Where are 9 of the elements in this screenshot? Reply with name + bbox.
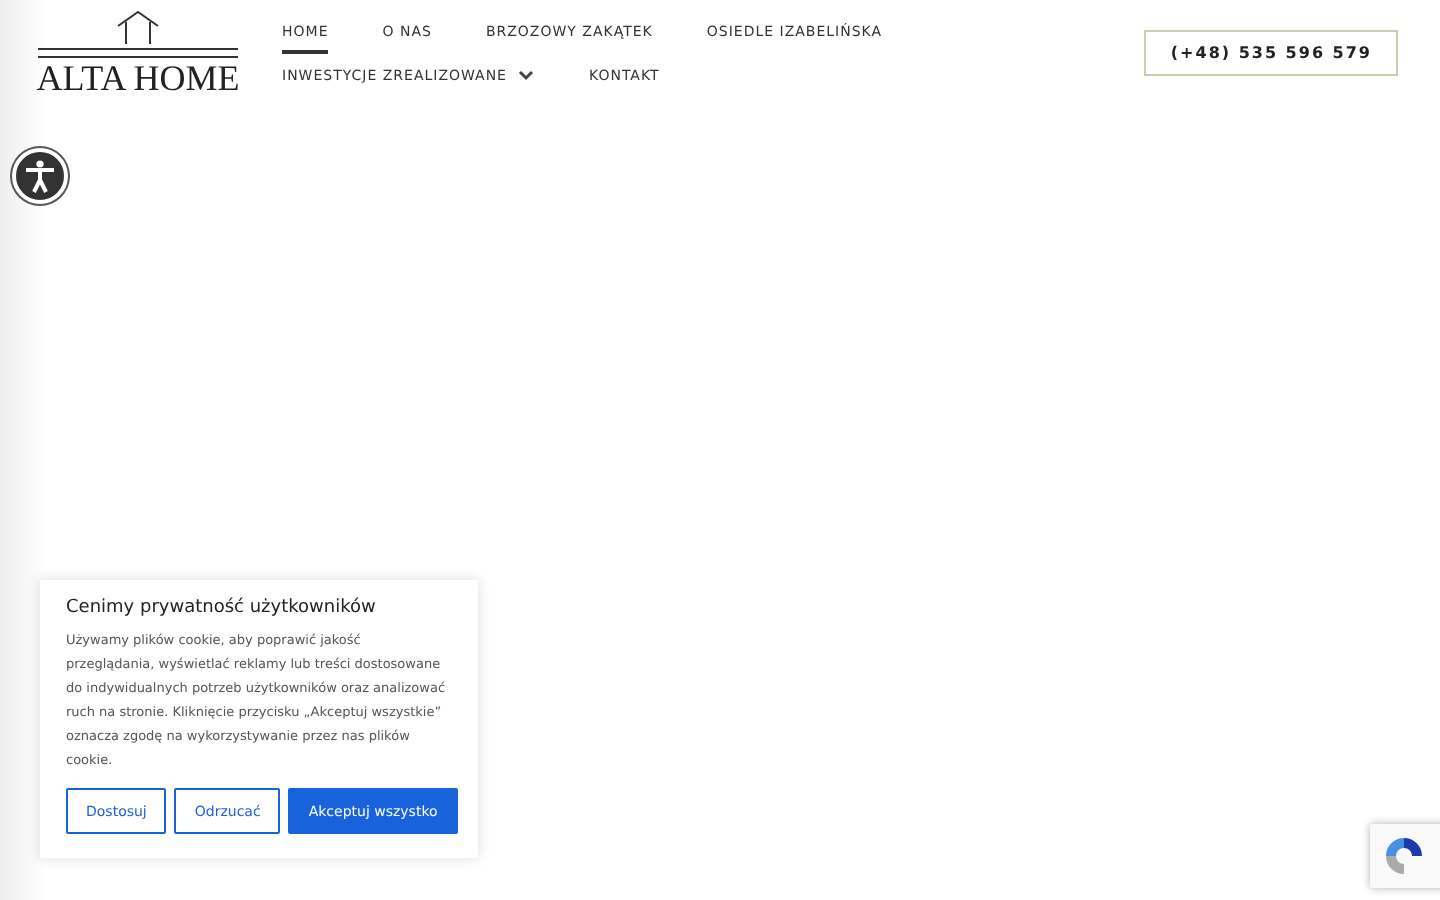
- recaptcha-badge[interactable]: [1370, 824, 1440, 888]
- accessibility-icon: [22, 158, 58, 194]
- caret-icon: [518, 69, 535, 81]
- phone-button[interactable]: (+48) 535 596 579: [1144, 30, 1398, 76]
- cookie-title: Cenimy prywatność użytkowników: [66, 598, 378, 618]
- accessibility-button[interactable]: [12, 148, 68, 204]
- logo-text: ALTA HOME: [36, 58, 240, 98]
- recaptcha-icon: [1382, 834, 1426, 878]
- house-icon: [114, 10, 162, 46]
